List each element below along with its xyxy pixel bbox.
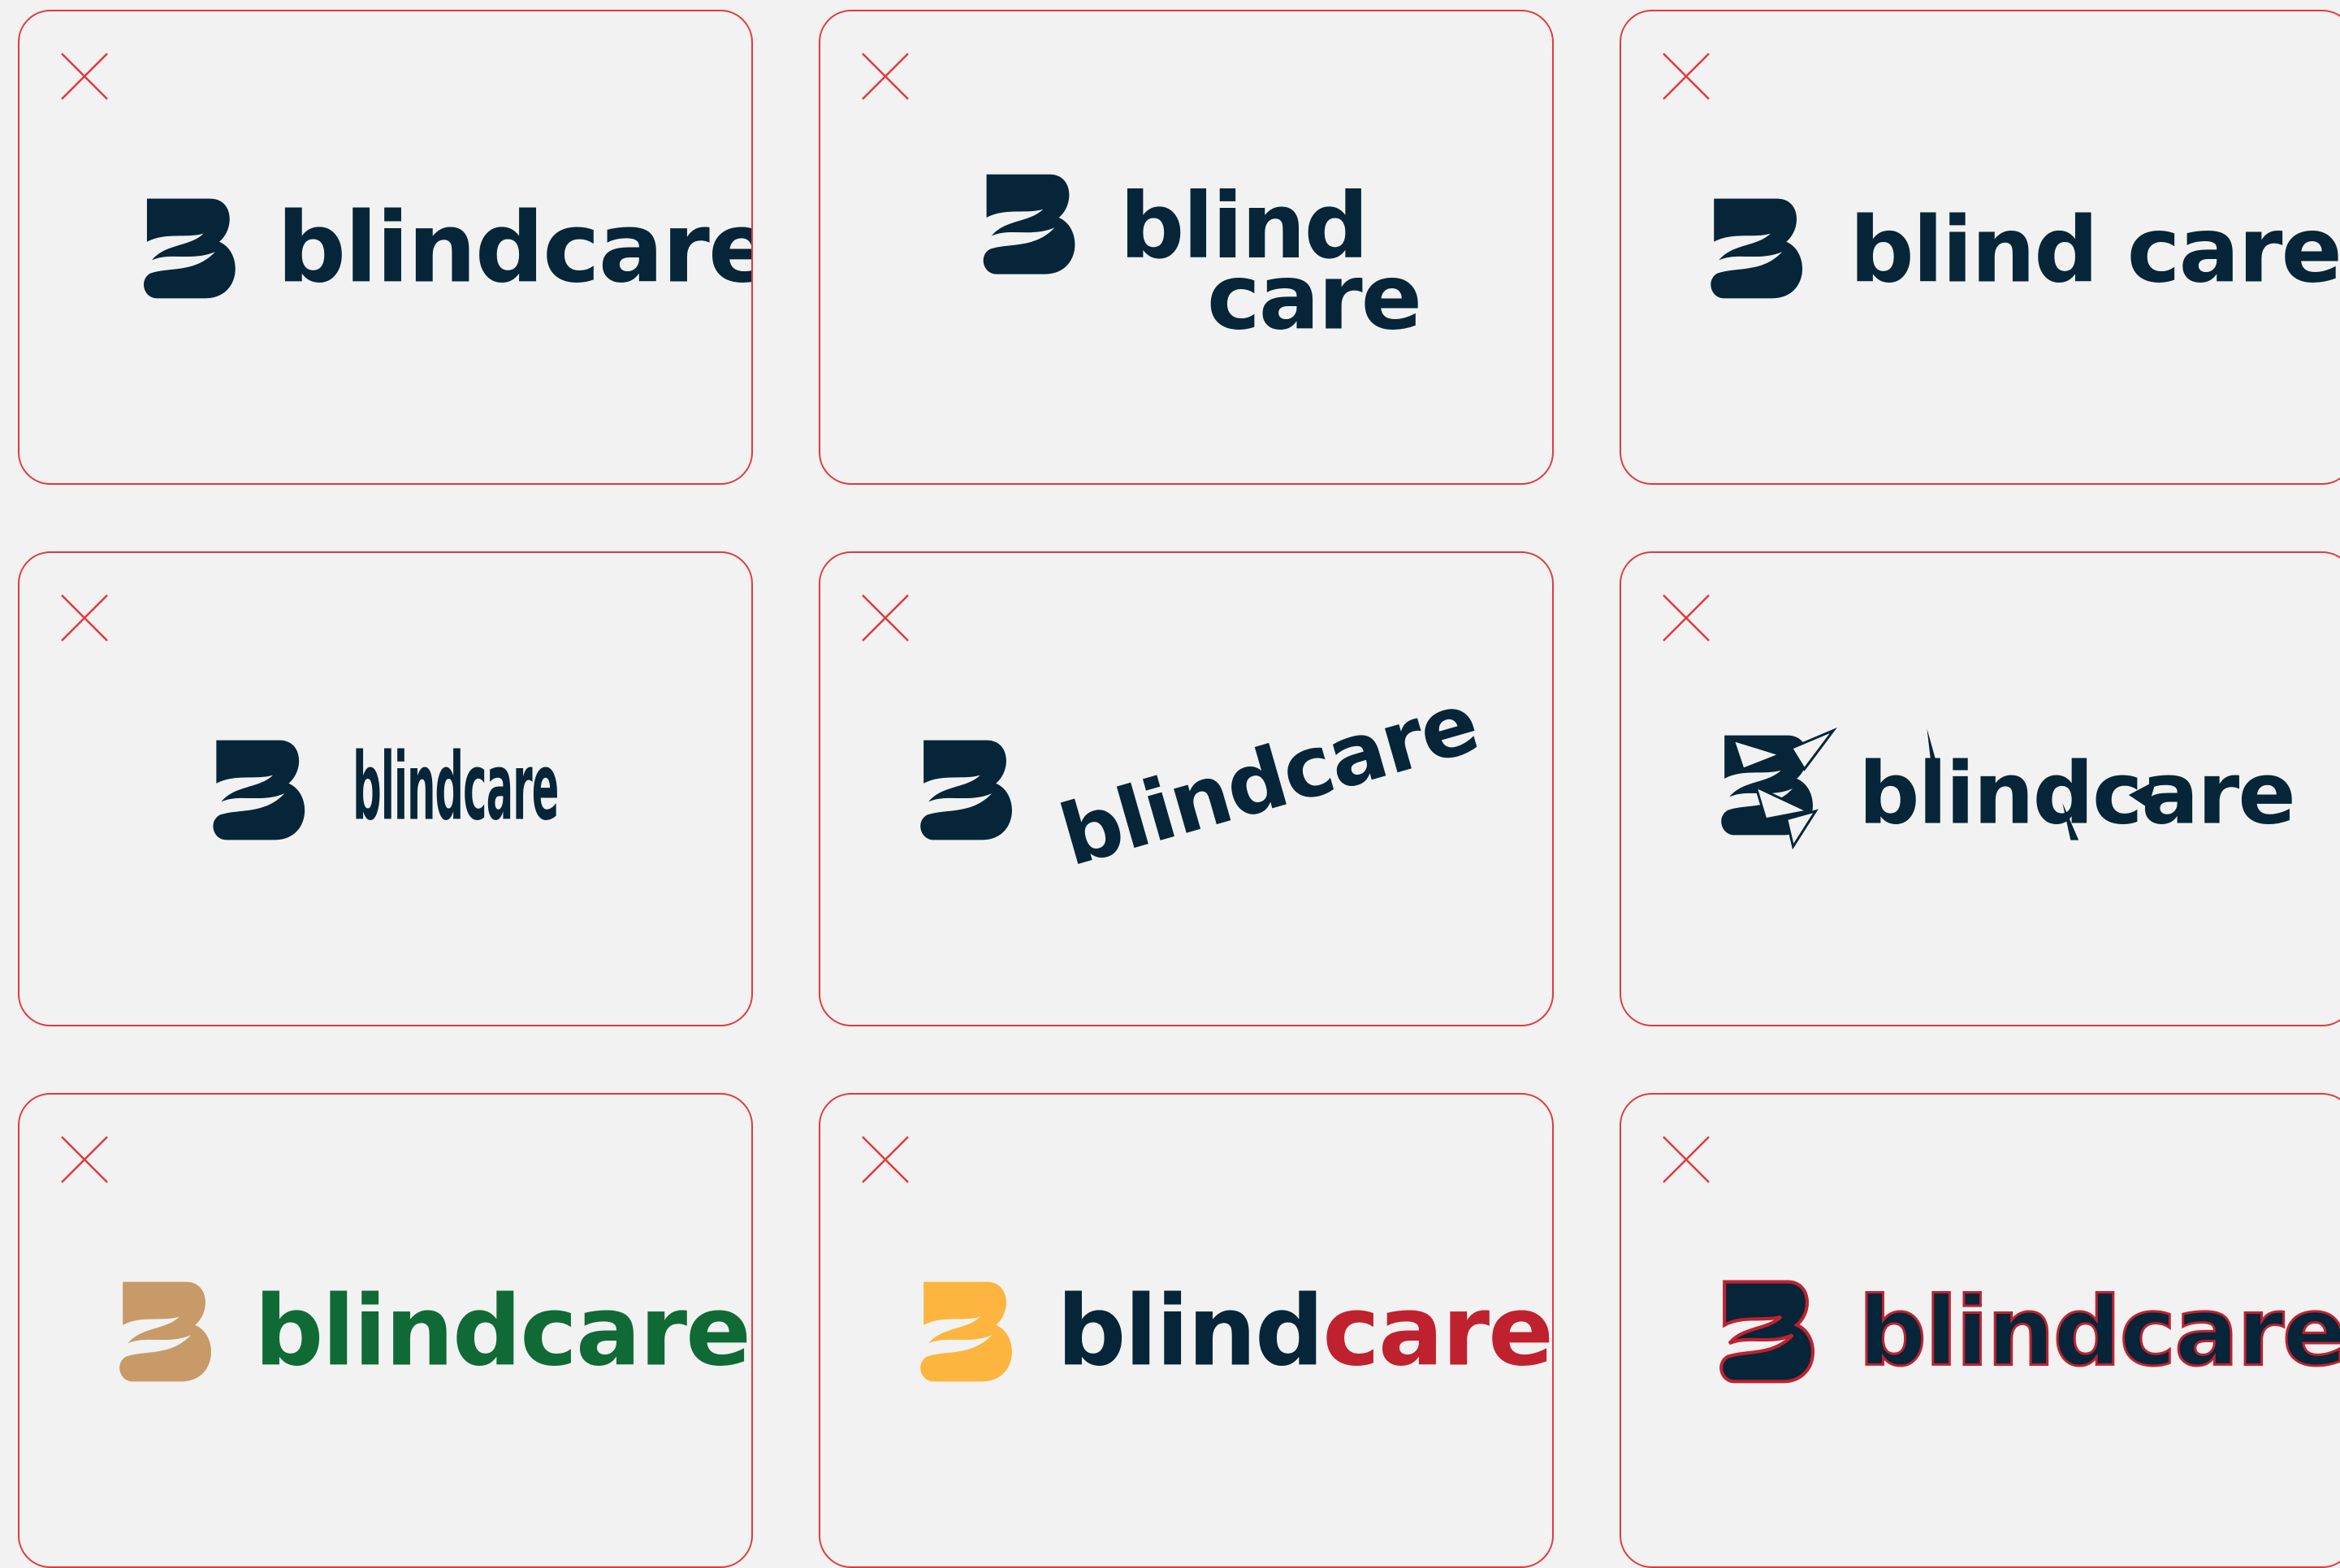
logo-misuse-card-2: blind care: [819, 10, 1554, 485]
logo: blind care: [983, 174, 1422, 350]
wordmark-line-2: care: [1207, 245, 1421, 350]
logo: blindcare: [1621, 1275, 2340, 1389]
wordmark: blindcare: [1858, 744, 2295, 844]
logo: blind care: [1711, 198, 2340, 304]
b-logo-mark-icon: [119, 1281, 211, 1382]
wordmark: blindcare: [353, 733, 558, 841]
b-logo-mark-icon: [144, 198, 236, 299]
wordmark: blindcare: [1057, 1276, 1552, 1389]
b-logo-mark-icon: [920, 1281, 1012, 1382]
logo: blindcare: [1721, 727, 2296, 850]
wordmark-part-2: care: [1322, 1276, 1552, 1389]
wordmark: blindcare: [1050, 674, 1488, 885]
logo-misuse-card-9: blindcare: [1620, 1093, 2340, 1568]
wordmark: blindcare: [1858, 1276, 2340, 1388]
b-logo-mark-icon: [920, 740, 1012, 840]
logo-misuse-card-3: blind care: [1620, 10, 2340, 485]
logo-misuse-card-6: blindcare: [1620, 551, 2340, 1026]
logo-misuse-card-7: blindcare: [18, 1093, 753, 1568]
b-logo-mark-icon: [1711, 198, 1803, 299]
wordmark: blind care: [1849, 199, 2340, 304]
wordmark: blindcare: [254, 1276, 750, 1389]
b-logo-mark-icon: [1721, 1282, 1813, 1382]
logo: blindcare: [213, 733, 560, 841]
b-logo-mark-icon: [983, 174, 1075, 274]
logo-misuse-card-8: blindcare: [819, 1093, 1554, 1568]
logo: blindcare: [920, 674, 1488, 885]
b-logo-mark-icon: [213, 740, 305, 840]
wordmark: blindcare: [277, 192, 751, 305]
logo-misuse-card-4: blindcare: [18, 551, 753, 1026]
logo-misuse-card-1: blindcare: [18, 10, 753, 485]
logo: blindcare: [144, 192, 751, 305]
logo-misuse-card-5: blindcare: [819, 551, 1554, 1026]
logo: blindcare: [119, 1276, 751, 1389]
logo: blindcare: [920, 1276, 1552, 1389]
wordmark-part-1: blind: [1057, 1276, 1322, 1389]
